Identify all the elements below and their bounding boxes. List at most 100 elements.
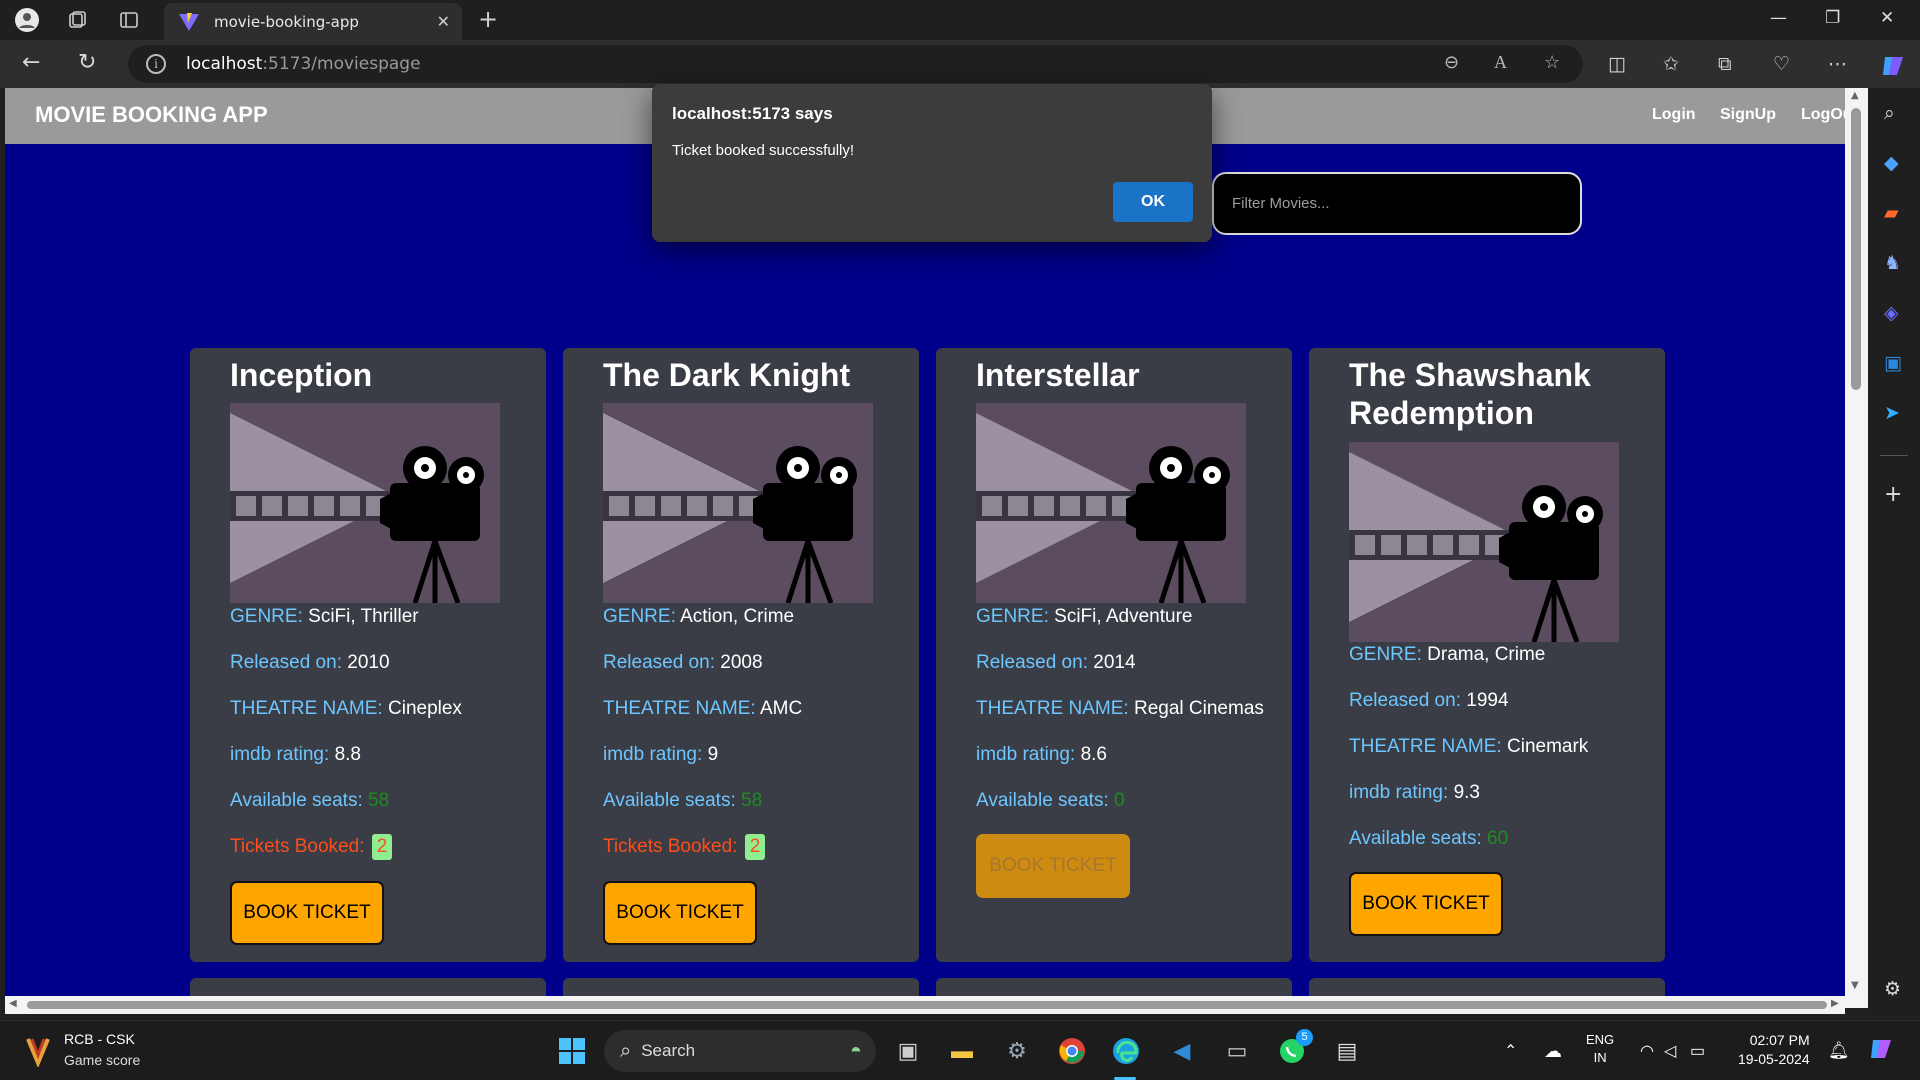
battery-icon[interactable]: ▭ [1690, 1041, 1705, 1061]
close-window-icon[interactable]: ✕ [1880, 8, 1894, 28]
widget-subtitle: Game score [64, 1052, 141, 1068]
zoom-icon[interactable]: ⊖ [1444, 52, 1459, 73]
logout-link[interactable]: LogOu [1801, 106, 1845, 124]
seats-row: Available seats: 58 [603, 790, 763, 811]
genre-row: GENRE: SciFi, Adventure [976, 606, 1193, 627]
app-brand[interactable]: MOVIE BOOKING APP [35, 102, 268, 128]
minimize-icon[interactable]: — [1770, 8, 1787, 28]
movie-poster [976, 403, 1246, 603]
restore-icon[interactable]: ❐ [1825, 8, 1840, 28]
tab-movie-booking[interactable]: movie-booking-app ✕ [164, 3, 462, 40]
tab-actions-icon[interactable] [114, 6, 144, 34]
favorites-icon[interactable]: ✩ [1663, 53, 1679, 75]
scroll-right-icon[interactable]: ▶ [1831, 998, 1839, 1009]
imdb-row: imdb rating: 8.6 [976, 744, 1107, 765]
file-explorer-icon[interactable]: ▬ [946, 1035, 978, 1067]
edge-sidebar: ⌕ ◆ ▰ ♞ ◈ ▣ ➤ + ⚙ [1868, 88, 1920, 1020]
ok-button[interactable]: OK [1113, 182, 1193, 222]
taskbar-search[interactable]: ⌕ Search ◓ [604, 1030, 876, 1072]
search-icon[interactable]: ⌕ [1884, 102, 1895, 124]
movie-title: Interstellar [976, 357, 1140, 393]
book-ticket-button[interactable]: BOOK TICKET [230, 881, 384, 945]
vertical-scroll-thumb[interactable] [1851, 108, 1861, 390]
horizontal-scroll-thumb[interactable] [27, 1001, 1827, 1009]
widget-title[interactable]: RCB - CSK [64, 1031, 135, 1047]
login-link[interactable]: Login [1652, 106, 1696, 124]
wifi-icon[interactable]: ◠ [1640, 1041, 1654, 1061]
terminal-window-icon[interactable]: ▭ [1221, 1035, 1253, 1067]
notification-bell-icon[interactable]: 🔔︎ [1828, 1041, 1850, 1061]
send-icon[interactable]: ➤ [1884, 402, 1900, 424]
vertical-scrollbar[interactable]: ▲ ▼ [1845, 88, 1868, 1008]
edge-icon[interactable] [1110, 1035, 1142, 1067]
tickets-booked-row: Tickets Booked: 2 [230, 834, 393, 860]
refresh-icon[interactable]: ↻ [78, 50, 96, 75]
search-icon: ⌕ [620, 1039, 632, 1062]
seats-row: Available seats: 58 [230, 790, 390, 811]
scroll-left-icon[interactable]: ◀ [9, 998, 17, 1009]
search-label: Search [641, 1041, 696, 1060]
games-icon[interactable]: ♞ [1884, 252, 1901, 274]
workspaces-icon[interactable] [62, 6, 92, 34]
shopping-tag-icon[interactable]: ◆ [1884, 152, 1899, 174]
windows-taskbar: RCB - CSK Game score ⌕ Search ◓ ▣ ▬ ⚙ ◀ … [0, 1020, 1920, 1080]
site-info-icon[interactable]: i [146, 54, 166, 74]
movie-card-dark-knight: The Dark Knight GENRE: Action, Crime Rel… [563, 348, 919, 962]
movie-card-partial [1309, 978, 1665, 996]
theatre-row: THEATRE NAME: Cinemark [1349, 736, 1589, 757]
seats-row: Available seats: 60 [1349, 828, 1509, 849]
browser-essentials-icon[interactable]: ♡ [1773, 53, 1790, 75]
booked-count-badge: 2 [371, 834, 393, 860]
copilot-sidebar-icon[interactable]: ◈ [1884, 302, 1899, 324]
dialog-title: localhost:5173 says [672, 104, 833, 123]
movie-card-partial [936, 978, 1292, 996]
back-icon[interactable]: ← [22, 50, 40, 75]
close-tab-icon[interactable]: ✕ [437, 12, 450, 31]
movie-card-shawshank: The Shawshank Redemption GENRE: Drama, C… [1309, 348, 1665, 962]
scroll-down-icon[interactable]: ▼ [1851, 980, 1859, 991]
chrome-icon[interactable] [1056, 1035, 1088, 1067]
outlook-icon[interactable]: ▣ [1884, 352, 1902, 374]
dialog-message: Ticket booked successfully! [672, 142, 855, 159]
collections-icon[interactable]: ⧉ [1718, 53, 1732, 75]
show-hidden-icons-icon[interactable]: ⌃ [1504, 1041, 1517, 1061]
read-aloud-icon[interactable]: A [1494, 52, 1507, 73]
settings-gear-icon[interactable]: ⚙ [1884, 978, 1901, 1000]
book-ticket-button-disabled[interactable]: BOOK TICKET [976, 834, 1130, 898]
genre-row: GENRE: Drama, Crime [1349, 644, 1546, 665]
volume-icon[interactable]: ◁ [1664, 1041, 1676, 1061]
booked-count-badge: 2 [744, 834, 766, 860]
onedrive-cloud-icon[interactable]: ☁ [1544, 1041, 1562, 1062]
favorite-star-icon[interactable]: ☆ [1544, 52, 1560, 73]
split-screen-icon[interactable]: ◫ [1608, 53, 1626, 75]
command-prompt-icon[interactable]: ▤ [1331, 1035, 1363, 1067]
copilot-icon[interactable] [1880, 53, 1906, 84]
vscode-icon[interactable]: ◀ [1166, 1035, 1198, 1067]
tickets-booked-row: Tickets Booked: 2 [603, 834, 766, 860]
book-ticket-button[interactable]: BOOK TICKET [603, 881, 757, 945]
filter-movies-input[interactable]: Filter Movies... [1212, 172, 1582, 235]
more-menu-icon[interactable]: ⋯ [1828, 53, 1847, 75]
movie-poster [603, 403, 873, 603]
scroll-up-icon[interactable]: ▲ [1851, 90, 1859, 101]
language-indicator[interactable]: ENG IN [1586, 1031, 1614, 1067]
new-tab-icon[interactable]: + [478, 5, 498, 33]
profile-icon[interactable] [12, 6, 42, 34]
url-field[interactable]: i localhost:5173/moviespage ⊖ A ☆ [128, 45, 1583, 83]
movie-card-interstellar: Interstellar GENRE: SciFi, Adventure Rel… [936, 348, 1292, 962]
book-ticket-button[interactable]: BOOK TICKET [1349, 872, 1503, 936]
start-menu-icon[interactable] [556, 1035, 588, 1067]
settings-app-icon[interactable]: ⚙ [1001, 1035, 1033, 1067]
movie-card-inception: Inception GENRE: SciFi, Thriller Release… [190, 348, 546, 962]
theatre-row: THEATRE NAME: AMC [603, 698, 803, 719]
signup-link[interactable]: SignUp [1720, 106, 1776, 124]
genre-row: GENRE: SciFi, Thriller [230, 606, 419, 627]
tools-icon[interactable]: ▰ [1884, 202, 1899, 224]
add-sidebar-icon[interactable]: + [1884, 482, 1902, 507]
task-view-icon[interactable]: ▣ [892, 1035, 924, 1067]
cricket-widget-icon[interactable] [24, 1035, 52, 1069]
copilot-taskbar-icon[interactable] [1868, 1035, 1896, 1066]
clock[interactable]: 02:07 PM 19-05-2024 [1738, 1031, 1810, 1069]
horizontal-scrollbar[interactable]: ◀ ▶ [5, 996, 1845, 1014]
released-row: Released on: 2008 [603, 652, 763, 673]
